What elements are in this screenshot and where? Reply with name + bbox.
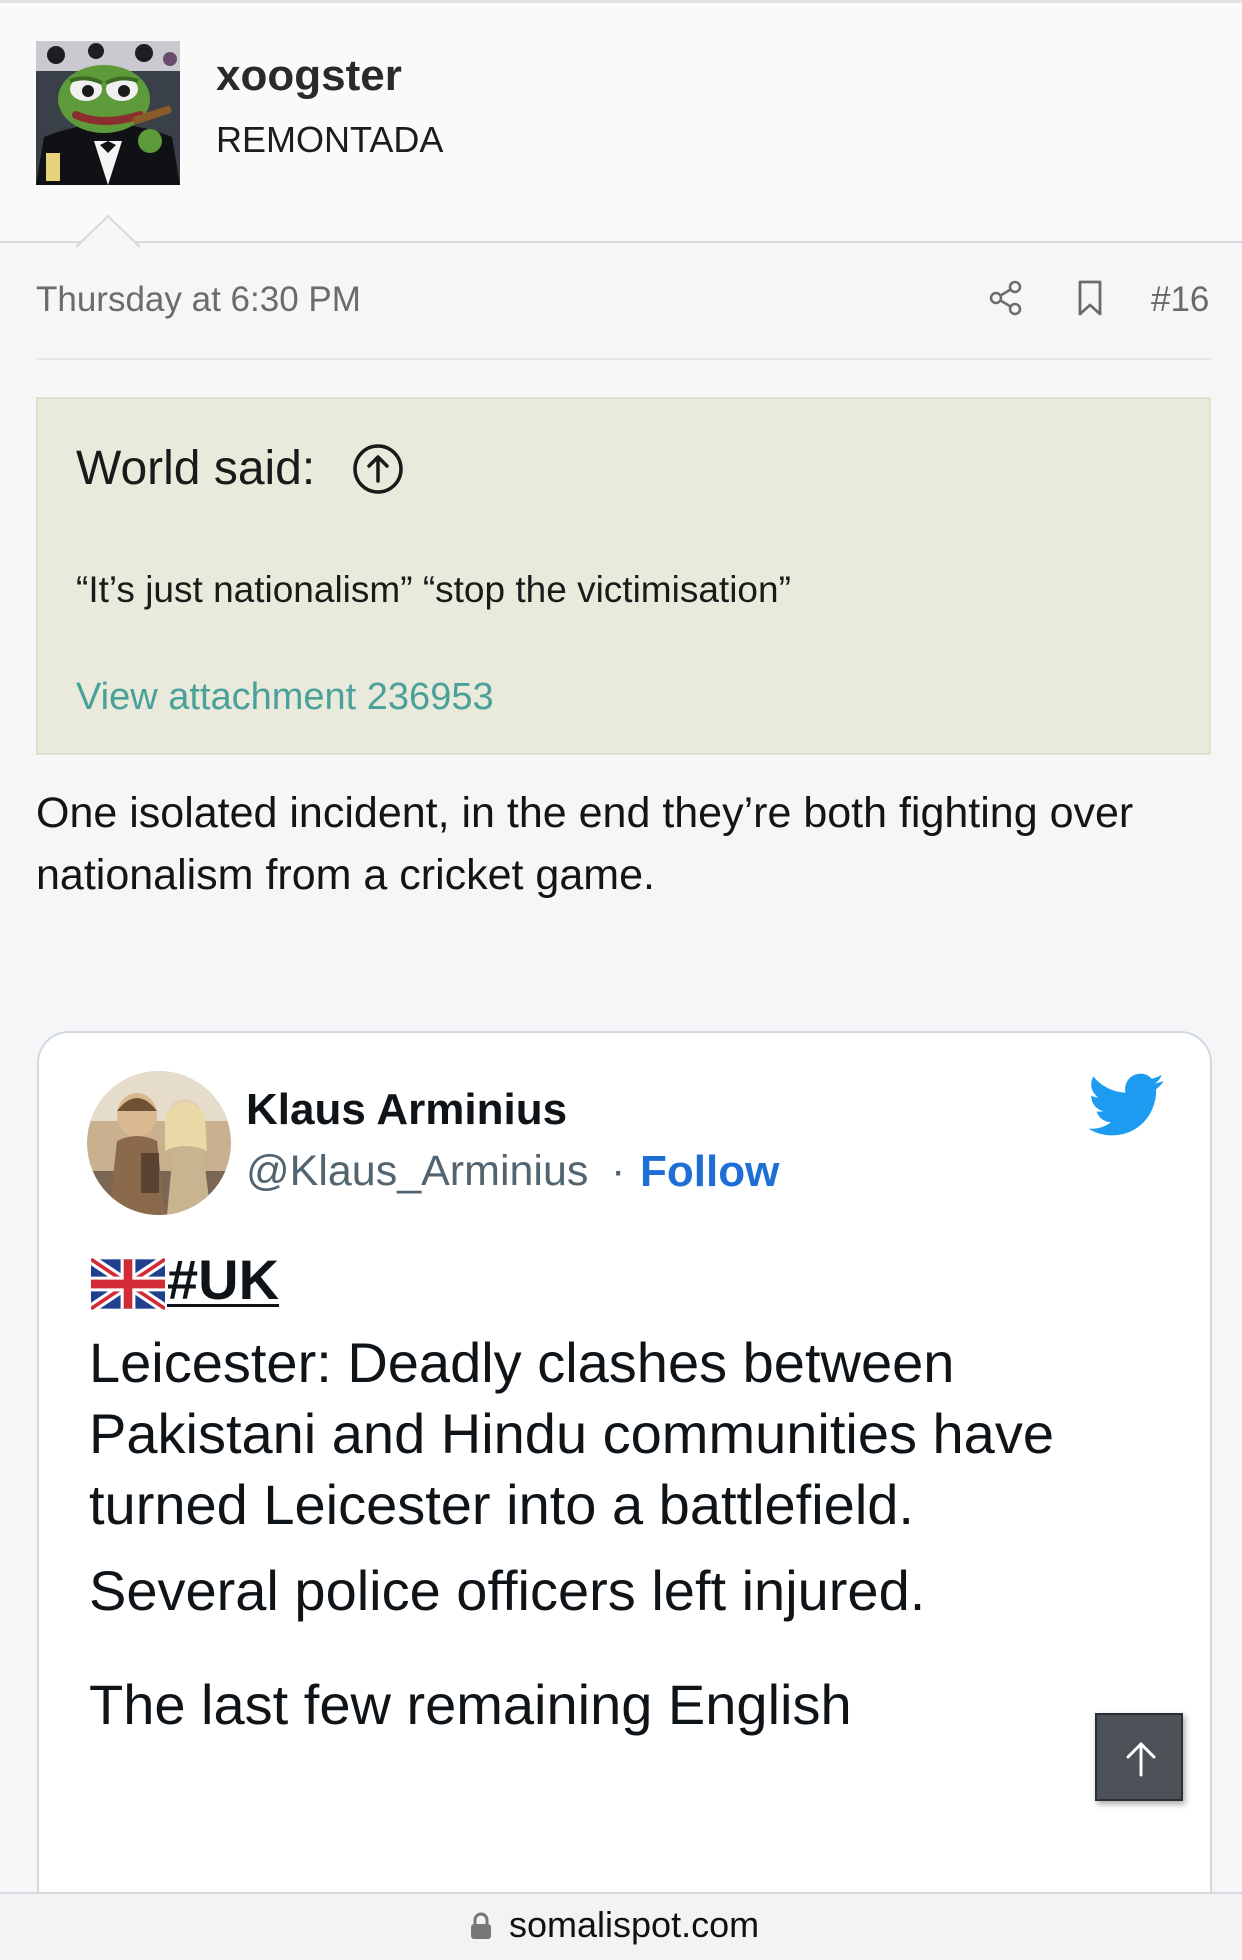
- message-arrow-notch: [76, 214, 140, 248]
- scroll-to-top-button[interactable]: [1095, 1713, 1183, 1801]
- tweet-paragraph: Leicester: Deadly clashes between Pakist…: [89, 1331, 1054, 1536]
- user-avatar[interactable]: [36, 41, 180, 185]
- quote-author: World said:: [76, 442, 316, 495]
- browser-url-bar[interactable]: somalispot.com: [0, 1892, 1242, 1960]
- tweet-paragraph: The last few remaining English: [89, 1673, 852, 1736]
- arrow-up-icon: [1126, 1742, 1156, 1777]
- post-meta-row: Thursday at 6:30 PM #16: [36, 270, 1211, 360]
- quote-text: “It’s just nationalism” “stop the victim…: [76, 569, 791, 610]
- separator-dot: ·: [611, 1147, 626, 1195]
- tweet-paragraph: Several police officers left injured.: [89, 1559, 926, 1622]
- arrow-up-circle-icon[interactable]: [352, 443, 404, 495]
- uk-flag-icon: [91, 1258, 165, 1310]
- tweet-author-name[interactable]: Klaus Arminius: [246, 1085, 567, 1135]
- quote-block: World said: “It’s just nationalism” “sto…: [36, 397, 1211, 755]
- share-icon[interactable]: [986, 278, 1026, 318]
- post-date[interactable]: Thursday at 6:30 PM: [36, 280, 361, 320]
- user-title: REMONTADA: [216, 119, 444, 160]
- follow-link[interactable]: Follow: [640, 1147, 779, 1197]
- post-number-link[interactable]: #16: [1151, 280, 1209, 320]
- tweet-author-handle[interactable]: @Klaus_Arminius: [246, 1147, 588, 1196]
- lock-icon: [471, 1912, 491, 1939]
- post-body-text: One isolated incident, in the end they’r…: [36, 789, 1134, 899]
- embedded-tweet[interactable]: Klaus Arminius @Klaus_Arminius · Follow …: [37, 1031, 1212, 1960]
- post-header: xoogster REMONTADA: [0, 0, 1242, 248]
- url-text[interactable]: somalispot.com: [509, 1904, 759, 1946]
- tweet-author-avatar[interactable]: [87, 1071, 231, 1215]
- attachment-link[interactable]: View attachment 236953: [76, 676, 494, 719]
- hashtag-link[interactable]: #UK: [167, 1247, 279, 1312]
- bookmark-icon[interactable]: [1070, 278, 1110, 318]
- username[interactable]: xoogster: [216, 51, 402, 101]
- twitter-bird-icon[interactable]: [1089, 1073, 1165, 1137]
